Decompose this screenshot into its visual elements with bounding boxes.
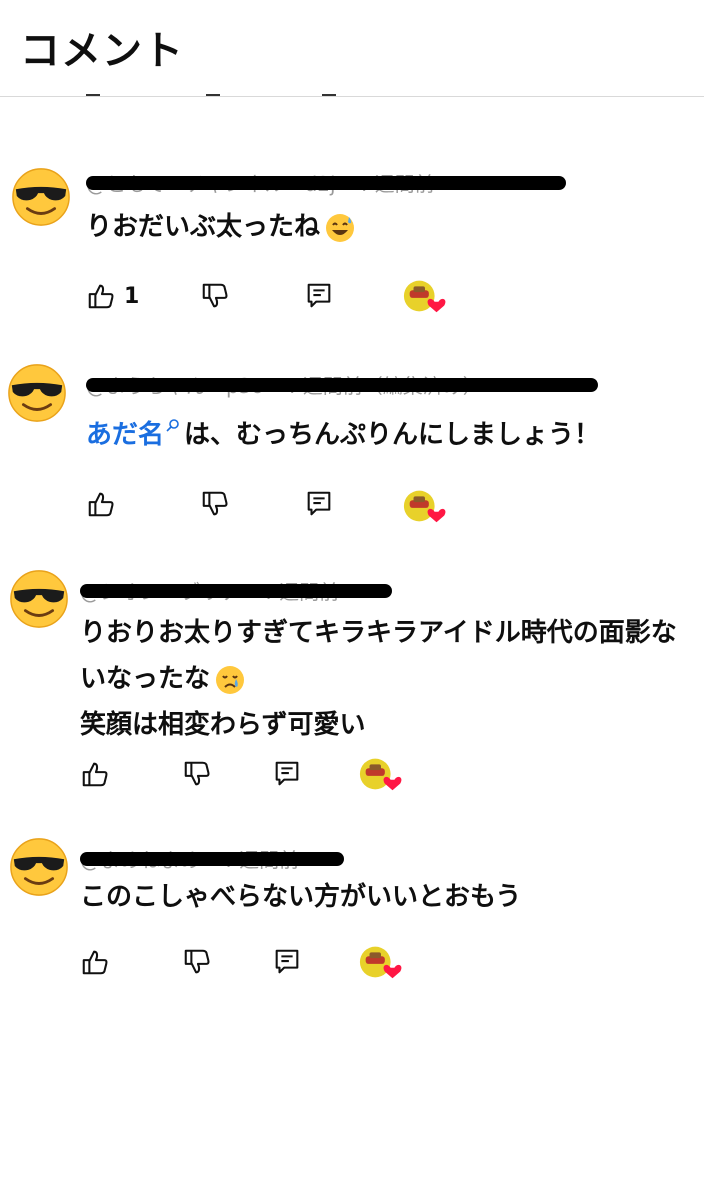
sweat-smile-emoji-icon xyxy=(326,213,355,242)
thumbs-up-icon xyxy=(80,759,110,789)
thumbs-down-icon xyxy=(200,489,230,519)
comment-actions: 1 xyxy=(86,278,486,318)
comment-text-line: 笑顔は相変わらず可愛い xyxy=(80,710,366,740)
reply-comment-icon xyxy=(304,489,334,519)
like-button[interactable] xyxy=(80,756,110,792)
comment-author-line[interactable]: @ともで チャンネル d2j 4 週間前 xyxy=(86,166,566,196)
thumbs-down-icon xyxy=(200,281,230,311)
comment-text: あだ名 は、むっちんぷりんにしましょう！ xyxy=(86,412,600,458)
comment-text-line: いなったな xyxy=(80,656,677,702)
sunglasses-emoji-icon[interactable] xyxy=(8,836,70,898)
comment-actions xyxy=(80,944,480,984)
like-button[interactable]: 1 xyxy=(86,278,139,314)
reply-button[interactable] xyxy=(304,486,334,522)
reply-button[interactable] xyxy=(304,278,334,314)
mention-link[interactable]: あだ名 xyxy=(86,420,164,450)
thumbs-down-icon xyxy=(182,759,212,789)
dislike-button[interactable] xyxy=(200,486,230,522)
creator-heart-icon xyxy=(402,486,448,526)
page-title: コメント xyxy=(20,28,184,74)
thumbs-up-icon xyxy=(80,947,110,977)
comment-text: りおだいぶ太ったね xyxy=(86,204,356,250)
dislike-button[interactable] xyxy=(200,278,230,314)
comment-text-line: りおりお太りすぎてキラキラアイドル時代の面影な xyxy=(80,618,677,648)
reply-comment-icon xyxy=(272,947,302,977)
comment-text: りおりお太りすぎてキラキラアイドル時代の面影な いなったな 笑顔は相変わらず可愛… xyxy=(80,610,677,748)
crying-emoji-icon xyxy=(216,665,245,694)
comment-actions xyxy=(80,756,480,796)
redaction-bar xyxy=(80,584,392,598)
truncated-action-row xyxy=(86,88,386,102)
comment-text-line: りおだいぶ太ったね xyxy=(86,212,321,242)
redaction-bar xyxy=(80,852,344,866)
reply-comment-icon xyxy=(272,759,302,789)
dislike-button[interactable] xyxy=(182,944,212,980)
creator-heart-icon xyxy=(358,942,404,982)
like-button[interactable] xyxy=(80,944,110,980)
comment-actions xyxy=(86,486,486,526)
redaction-bar xyxy=(86,176,566,190)
dislike-button[interactable] xyxy=(182,756,212,792)
sunglasses-emoji-icon[interactable] xyxy=(6,362,68,424)
like-count: 1 xyxy=(124,283,140,309)
sunglasses-emoji-icon[interactable] xyxy=(10,166,72,228)
comments-header: コメント xyxy=(0,0,710,97)
comment-text: このこしゃべらない方がいいとおもう xyxy=(80,874,521,920)
comment-author-line[interactable]: @ようちゃん p3o 4 週間前（編集済み） xyxy=(86,368,598,398)
thumbs-up-icon xyxy=(86,281,116,311)
reply-button[interactable] xyxy=(272,944,302,980)
reply-comment-icon xyxy=(304,281,334,311)
redaction-bar xyxy=(86,378,598,392)
comment-author-line[interactable]: @シオン ブリテ 4 週間前 xyxy=(80,574,392,604)
reply-button[interactable] xyxy=(272,756,302,792)
thumbs-up-icon xyxy=(86,489,116,519)
sunglasses-emoji-icon[interactable] xyxy=(8,568,70,630)
like-button[interactable] xyxy=(86,486,116,522)
creator-heart-icon xyxy=(402,276,448,316)
divider xyxy=(0,96,704,97)
comment-text-line: は、むっちんぷりんにしましょう！ xyxy=(184,420,601,450)
comment-text-line: このこしゃべらない方がいいとおもう xyxy=(80,882,522,912)
thumbs-down-icon xyxy=(182,947,212,977)
search-icon xyxy=(166,419,179,432)
creator-heart-icon xyxy=(358,754,404,794)
comment-author-line[interactable]: @まめねまめ 4 週間前 xyxy=(80,842,344,872)
